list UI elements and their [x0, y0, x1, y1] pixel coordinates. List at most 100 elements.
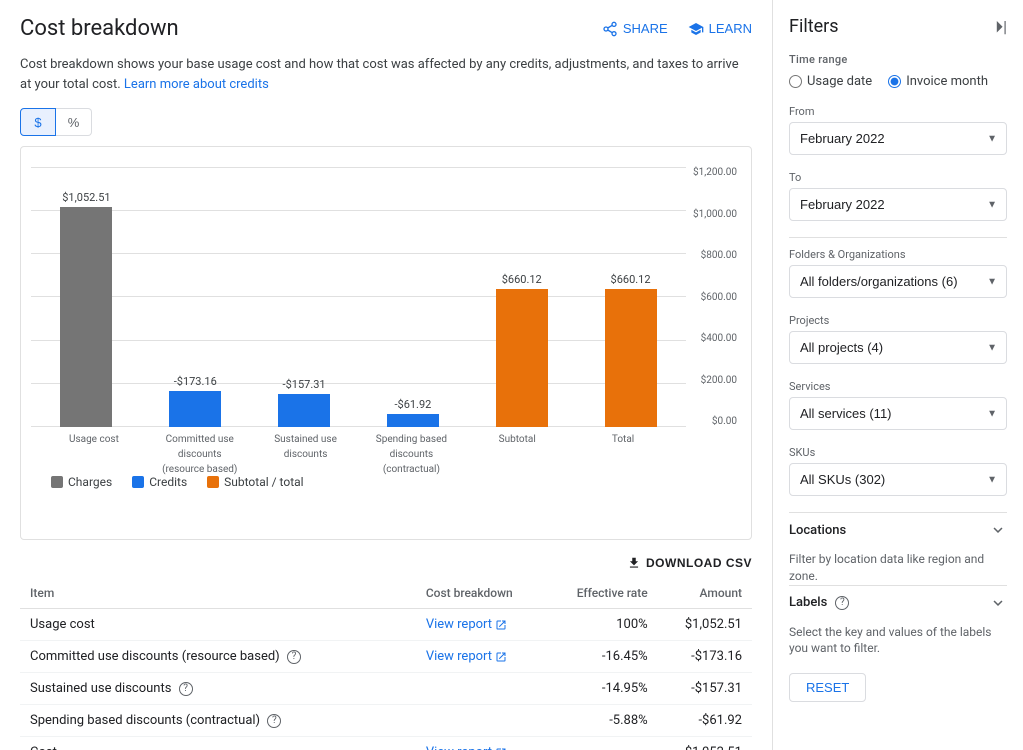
y-label-200: $200.00 [701, 375, 737, 386]
main-content: Cost breakdown SHARE LEARN Cost breakdow… [0, 0, 773, 750]
page-title: Cost breakdown [20, 16, 179, 41]
percent-toggle[interactable]: % [56, 108, 92, 136]
time-range-radio-group: Usage date Invoice month [789, 74, 1007, 89]
services-select-wrapper: All services (11) [789, 397, 1007, 430]
learn-more-link[interactable]: Learn more about credits [124, 77, 269, 92]
labels-collapsible[interactable]: Labels ? [789, 585, 1007, 620]
external-link-icon [495, 747, 507, 750]
download-icon [627, 556, 641, 570]
divider-1 [789, 237, 1007, 238]
skus-label: SKUs [789, 446, 1007, 459]
invoice-month-radio[interactable]: Invoice month [888, 74, 988, 89]
x-label-total: Total [612, 434, 634, 445]
y-label-400: $400.00 [701, 333, 737, 344]
help-icon[interactable]: ? [287, 650, 301, 664]
bar-blue-1 [169, 391, 221, 427]
table-row: Usage cost View report 100% $1,052.51 [20, 609, 752, 641]
learn-button[interactable]: LEARN [688, 21, 752, 37]
filters-title: Filters [789, 16, 839, 37]
report-sustained [416, 673, 547, 705]
projects-select-wrapper: All projects (4) [789, 331, 1007, 364]
from-select[interactable]: February 2022 [789, 122, 1007, 155]
legend-charges: Charges [51, 475, 112, 489]
bar-sustained: -$157.31 [259, 378, 350, 427]
report-usage-cost: View report [416, 609, 547, 641]
help-icon[interactable]: ? [179, 682, 193, 696]
report-spending [416, 705, 547, 737]
table-row: Spending based discounts (contractual) ?… [20, 705, 752, 737]
bar-usage-cost: $1,052.51 [41, 191, 132, 427]
table-header-row: Item Cost breakdown Effective rate Amoun… [20, 578, 752, 609]
col-effective-rate: Effective rate [546, 578, 657, 609]
share-button[interactable]: SHARE [602, 21, 668, 37]
amount-spending: -$61.92 [658, 705, 752, 737]
col-cost-breakdown: Cost breakdown [416, 578, 547, 609]
locations-desc: Filter by location data like region and … [789, 551, 1007, 585]
from-select-wrapper: February 2022 [789, 122, 1007, 155]
view-report-link[interactable]: View report [426, 617, 507, 632]
reset-button[interactable]: RESET [789, 673, 866, 702]
rate-committed: -16.45% [546, 641, 657, 673]
legend-charges-dot [51, 476, 63, 488]
dollar-toggle[interactable]: $ [20, 108, 56, 136]
help-icon[interactable]: ? [267, 714, 281, 728]
labels-title: Labels [789, 595, 827, 610]
bar-orange-2 [605, 289, 657, 427]
skus-select[interactable]: All SKUs (302) [789, 463, 1007, 496]
services-select[interactable]: All services (11) [789, 397, 1007, 430]
chart-legend: Charges Credits Subtotal / total [31, 475, 741, 489]
projects-label: Projects [789, 314, 1007, 327]
rate-spending: -5.88% [546, 705, 657, 737]
view-report-link[interactable]: View report [426, 745, 507, 750]
legend-subtotal-dot [207, 476, 219, 488]
description: Cost breakdown shows your base usage cos… [20, 55, 740, 94]
usage-date-radio[interactable]: Usage date [789, 74, 872, 89]
labels-chevron-icon [989, 594, 1007, 612]
to-select-wrapper: February 2022 [789, 188, 1007, 221]
locations-chevron-icon [989, 521, 1007, 539]
from-section: From February 2022 [789, 105, 1007, 155]
y-label-800: $800.00 [701, 250, 737, 261]
to-select[interactable]: February 2022 [789, 188, 1007, 221]
amount-cost: $1,052.51 [658, 737, 752, 750]
x-label-subtotal: Subtotal [499, 434, 536, 445]
bar-blue-2 [278, 394, 330, 427]
y-label-0: $0.00 [712, 416, 737, 427]
header-actions: SHARE LEARN [602, 21, 752, 37]
amount-committed: -$173.16 [658, 641, 752, 673]
x-label-committed: Committed use discounts(resource based) [162, 434, 237, 475]
projects-section: Projects All projects (4) [789, 314, 1007, 364]
learn-icon [688, 21, 704, 37]
rate-usage-cost: 100% [546, 609, 657, 641]
locations-title: Locations [789, 523, 846, 538]
to-label: To [789, 171, 1007, 184]
from-label: From [789, 105, 1007, 118]
labels-help-icon[interactable]: ? [835, 596, 849, 610]
rate-sustained: -14.95% [546, 673, 657, 705]
services-label: Services [789, 380, 1007, 393]
x-label-spending: Spending based discounts(contractual) [376, 434, 447, 475]
page-header: Cost breakdown SHARE LEARN [20, 16, 752, 41]
bar-committed: -$173.16 [150, 375, 241, 427]
time-range-section: Time range Usage date Invoice month [789, 53, 1007, 89]
bar-spending: -$61.92 [367, 398, 458, 427]
rate-cost [546, 737, 657, 750]
legend-credits-dot [132, 476, 144, 488]
sidebar-header: Filters ⏵| [789, 16, 1007, 37]
folders-select[interactable]: All folders/organizations (6) [789, 265, 1007, 298]
labels-desc: Select the key and values of the labels … [789, 624, 1007, 658]
report-cost: View report [416, 737, 547, 750]
amount-usage-cost: $1,052.51 [658, 609, 752, 641]
legend-subtotal: Subtotal / total [207, 475, 303, 489]
download-csv-button[interactable]: DOWNLOAD CSV [627, 556, 752, 570]
sidebar-collapse-icon[interactable]: ⏵| [995, 17, 1007, 37]
projects-select[interactable]: All projects (4) [789, 331, 1007, 364]
locations-collapsible[interactable]: Locations [789, 512, 1007, 547]
time-range-label: Time range [789, 53, 1007, 66]
bar-gray [60, 207, 112, 427]
view-report-link[interactable]: View report [426, 649, 507, 664]
table-row: Committed use discounts (resource based)… [20, 641, 752, 673]
report-committed: View report [416, 641, 547, 673]
bar-blue-3 [387, 414, 439, 427]
services-section: Services All services (11) [789, 380, 1007, 430]
